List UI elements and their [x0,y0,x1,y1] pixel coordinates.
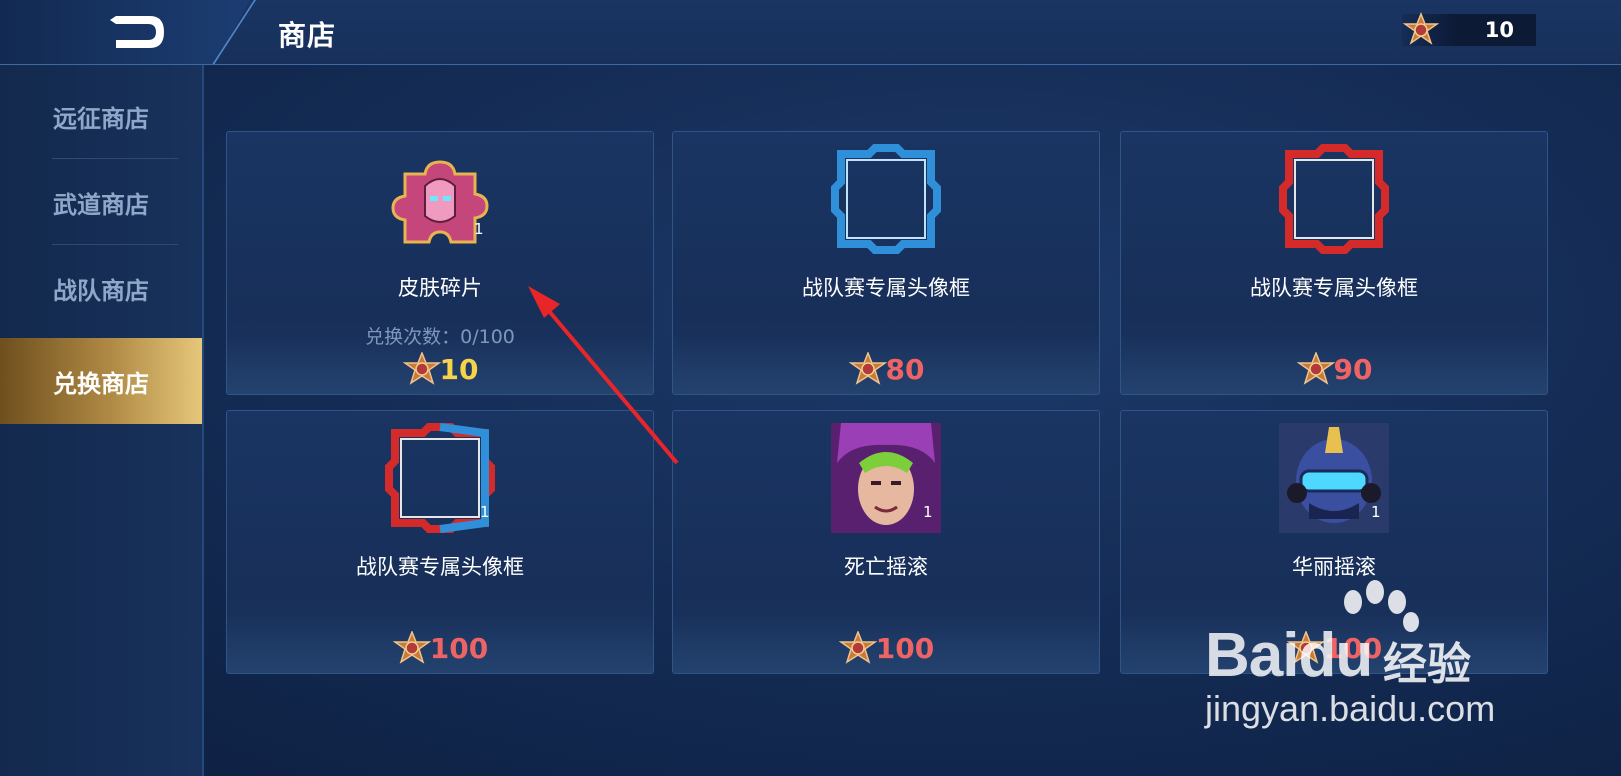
watermark-url: jingyan.baidu.com [1205,688,1496,729]
baidu-watermark: Baidu 经验 jingyan.baidu.com [1205,580,1505,740]
watermark-brand: Baidu [1205,621,1373,690]
watermark-cn: 经验 [1383,639,1471,690]
